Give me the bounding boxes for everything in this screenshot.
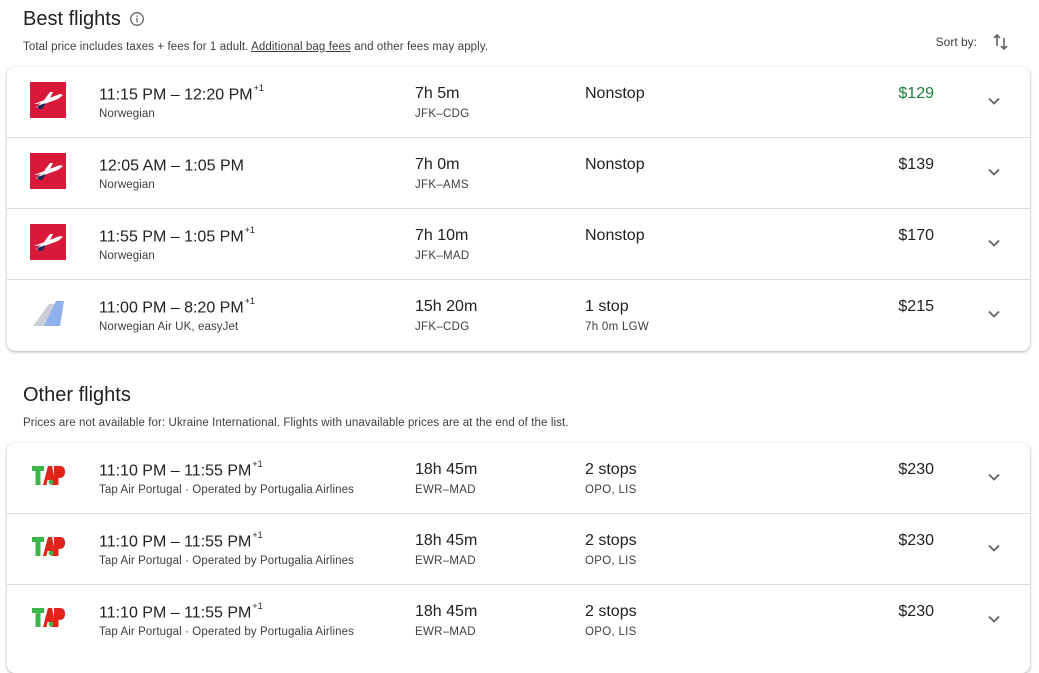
flight-times: 11:00 PM – 8:20 PM+1 xyxy=(99,296,255,317)
flight-route: JFK–CDG xyxy=(415,108,470,120)
flight-row-2[interactable]: 11:10 PM – 11:55 PM+1 Tap Air Portugal ·… xyxy=(7,514,1030,585)
flight-price: $230 xyxy=(898,603,934,620)
flight-times-text: 12:05 AM – 1:05 PM xyxy=(99,157,244,175)
next-day-indicator: +1 xyxy=(253,83,264,93)
chevron-down-icon[interactable] xyxy=(984,91,1004,111)
airline-name: Norwegian xyxy=(99,108,155,120)
best-flights-title: Best flights xyxy=(23,6,488,32)
flight-times: 11:10 PM – 11:55 PM+1 xyxy=(99,459,263,480)
flight-times: 11:55 PM – 1:05 PM+1 xyxy=(99,225,255,246)
flight-duration: 7h 5m xyxy=(415,85,460,102)
flight-times-text: 11:15 PM – 12:20 PM xyxy=(99,86,253,104)
flight-route: JFK–CDG xyxy=(415,321,470,333)
flight-stops: Nonstop xyxy=(585,85,645,102)
flight-duration: 18h 45m xyxy=(415,461,478,478)
next-day-indicator: +1 xyxy=(252,459,263,469)
flight-stops: 2 stops xyxy=(585,532,637,549)
flight-duration: 18h 45m xyxy=(415,603,478,620)
flight-price: $230 xyxy=(898,461,934,478)
flight-route: EWR–MAD xyxy=(415,484,476,496)
flight-route: JFK–AMS xyxy=(415,179,469,191)
flight-price: $129 xyxy=(898,85,934,102)
airline-name: Norwegian Air UK, easyJet xyxy=(99,321,239,333)
flight-times-text: 11:55 PM – 1:05 PM xyxy=(99,228,244,246)
flight-stops: 2 stops xyxy=(585,461,637,478)
flight-duration: 7h 0m xyxy=(415,156,460,173)
flight-price: $215 xyxy=(898,298,934,315)
flight-price: $139 xyxy=(898,156,934,173)
info-icon[interactable] xyxy=(129,11,145,27)
tap-logo xyxy=(30,600,66,636)
stop-detail: OPO, LIS xyxy=(585,555,637,567)
flight-row-3[interactable]: 11:10 PM – 11:55 PM+1 Tap Air Portugal ·… xyxy=(7,585,1030,656)
flight-times: 12:05 AM – 1:05 PM xyxy=(99,156,245,175)
flight-route: JFK–MAD xyxy=(415,250,470,262)
additional-bag-fees-link[interactable]: Additional bag fees xyxy=(251,41,351,53)
airline-name: Tap Air Portugal · Operated by Portugali… xyxy=(99,484,354,496)
multi-airline-tail-logo xyxy=(30,295,66,331)
flight-duration: 18h 45m xyxy=(415,532,478,549)
best-flights-header: Best flights Total price includes taxes … xyxy=(23,6,488,53)
flight-row-3[interactable]: 11:55 PM – 1:05 PM+1 Norwegian 7h 10m JF… xyxy=(7,209,1030,280)
chevron-down-icon[interactable] xyxy=(984,467,1004,487)
other-flights-list: 11:10 PM – 11:55 PM+1 Tap Air Portugal ·… xyxy=(7,443,1030,673)
flight-duration: 15h 20m xyxy=(415,298,478,315)
norwegian-logo xyxy=(30,224,66,260)
other-flights-title: Other flights xyxy=(23,384,131,406)
flight-duration: 7h 10m xyxy=(415,227,469,244)
subtitle-suffix: and other fees may apply. xyxy=(350,41,489,53)
best-flights-title-text: Best flights xyxy=(23,8,121,30)
stop-detail: 7h 0m LGW xyxy=(585,321,650,333)
tap-logo xyxy=(30,529,66,565)
flight-route: EWR–MAD xyxy=(415,555,476,567)
chevron-down-icon[interactable] xyxy=(984,304,1004,324)
chevron-down-icon[interactable] xyxy=(984,162,1004,182)
other-flights-subtitle: Prices are not available for: Ukraine In… xyxy=(23,417,569,429)
next-day-indicator: +1 xyxy=(244,296,255,306)
flight-times-text: 11:10 PM – 11:55 PM xyxy=(99,604,252,622)
chevron-down-icon[interactable] xyxy=(984,538,1004,558)
flight-row-1[interactable]: 11:15 PM – 12:20 PM+1 Norwegian 7h 5m JF… xyxy=(7,67,1030,138)
flight-stops: 2 stops xyxy=(585,603,637,620)
other-flights-header: Other flights Prices are not available f… xyxy=(23,382,569,429)
airline-name: Norwegian xyxy=(99,250,155,262)
tap-logo xyxy=(30,458,66,494)
sort-control[interactable]: Sort by: xyxy=(936,32,1011,52)
next-day-indicator: +1 xyxy=(252,601,263,611)
flight-stops: Nonstop xyxy=(585,227,645,244)
norwegian-logo xyxy=(30,153,66,189)
flight-row-1[interactable]: 11:10 PM – 11:55 PM+1 Tap Air Portugal ·… xyxy=(7,443,1030,514)
flight-times-text: 11:10 PM – 11:55 PM xyxy=(99,533,252,551)
stop-detail: OPO, LIS xyxy=(585,626,637,638)
sort-label: Sort by: xyxy=(935,35,977,49)
flight-route: EWR–MAD xyxy=(415,626,476,638)
flight-stops: 1 stop xyxy=(585,298,629,315)
flight-times: 11:15 PM – 12:20 PM+1 xyxy=(99,83,264,104)
flight-times-text: 11:10 PM – 11:55 PM xyxy=(99,462,252,480)
best-flights-subtitle: Total price includes taxes + fees for 1 … xyxy=(23,41,488,53)
flight-price: $230 xyxy=(898,532,934,549)
next-day-indicator: +1 xyxy=(252,530,263,540)
airline-name: Tap Air Portugal · Operated by Portugali… xyxy=(99,626,354,638)
sort-icon[interactable] xyxy=(991,32,1011,52)
next-day-indicator: +1 xyxy=(244,225,255,235)
airline-name: Tap Air Portugal · Operated by Portugali… xyxy=(99,555,354,567)
flight-times: 11:10 PM – 11:55 PM+1 xyxy=(99,530,263,551)
flight-stops: Nonstop xyxy=(585,156,645,173)
flight-times: 11:10 PM – 11:55 PM+1 xyxy=(99,601,263,622)
airline-name: Norwegian xyxy=(99,179,155,191)
stop-detail: OPO, LIS xyxy=(585,484,637,496)
flight-times-text: 11:00 PM – 8:20 PM xyxy=(99,299,244,317)
flight-row-2[interactable]: 12:05 AM – 1:05 PM Norwegian 7h 0m JFK–A… xyxy=(7,138,1030,209)
norwegian-logo xyxy=(30,82,66,118)
flight-row-4[interactable]: 11:00 PM – 8:20 PM+1 Norwegian Air UK, e… xyxy=(7,280,1030,351)
flight-price: $170 xyxy=(898,227,934,244)
best-flights-list: 11:15 PM – 12:20 PM+1 Norwegian 7h 5m JF… xyxy=(7,67,1030,351)
chevron-down-icon[interactable] xyxy=(984,609,1004,629)
chevron-down-icon[interactable] xyxy=(984,233,1004,253)
subtitle-prefix: Total price includes taxes + fees for 1 … xyxy=(23,41,252,53)
